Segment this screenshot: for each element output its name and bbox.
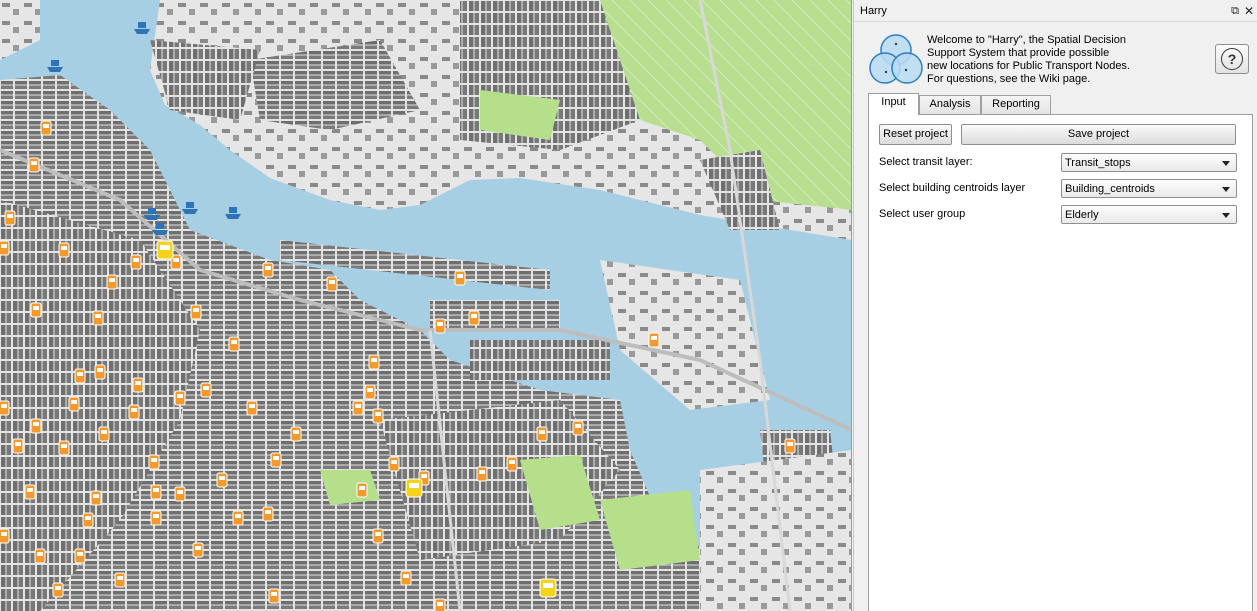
welcome-line: new locations for Public Transport Nodes… [927,60,1130,72]
welcome-text: Welcome to "Harry", the Spatial Decision… [927,34,1167,86]
close-icon[interactable]: ✕ [1242,4,1256,18]
dock-body: Welcome to "Harry", the Spatial Decision… [867,24,1253,611]
user-group-label: Select user group [879,208,966,220]
welcome-line: For questions, see the Wiki page. [927,73,1091,85]
user-group-select[interactable]: Elderly [1061,205,1237,224]
dock-titlebar[interactable]: Harry ⧉ ✕ [854,0,1257,22]
building-centroids-label: Select building centroids layer [879,182,1026,194]
tab-input[interactable]: Input [868,93,919,115]
reset-project-button[interactable]: Reset project [879,124,952,145]
dock-title: Harry [860,5,887,17]
float-window-icon[interactable]: ⧉ [1228,4,1242,18]
help-icon: ? [1221,48,1243,70]
building-centroids-value: Building_centroids [1065,183,1155,195]
chevron-down-icon [1222,187,1230,192]
tab-bar: Input Analysis Reporting [868,93,1253,115]
tab-reporting[interactable]: Reporting [981,95,1051,114]
map-canvas[interactable] [0,0,852,611]
help-button[interactable]: ? [1215,44,1249,74]
harry-dock-panel: Harry ⧉ ✕ Welcome to "Harry", the Spatia… [853,0,1257,611]
transit-layer-label: Select transit layer: [879,156,973,168]
chevron-down-icon [1222,161,1230,166]
save-project-button[interactable]: Save project [961,124,1236,145]
welcome-line: Support System that provide possible [927,47,1110,59]
transit-layer-value: Transit_stops [1065,157,1131,169]
user-group-value: Elderly [1065,209,1099,221]
input-tab-pane: Reset project Save project Select transi… [868,114,1253,611]
venn-circles-logo [869,34,923,84]
map-layers [0,0,851,611]
building-centroids-select[interactable]: Building_centroids [1061,179,1237,198]
welcome-line: Welcome to "Harry", the Spatial Decision [927,34,1126,46]
chevron-down-icon [1222,213,1230,218]
tab-analysis[interactable]: Analysis [919,95,981,114]
transit-layer-select[interactable]: Transit_stops [1061,153,1237,172]
